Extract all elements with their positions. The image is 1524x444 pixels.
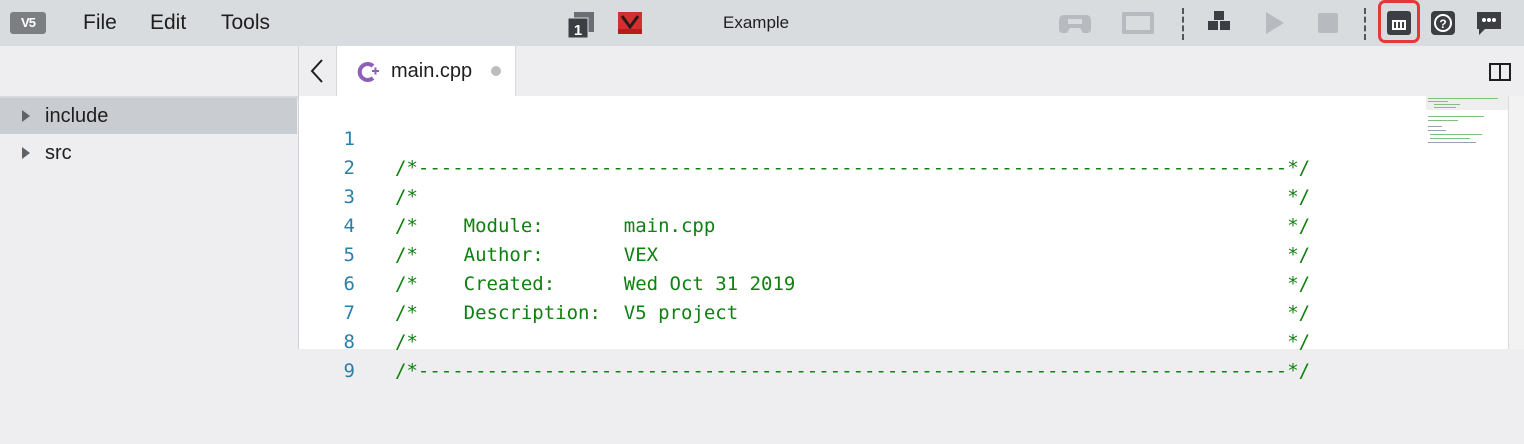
- brain-screen-icon[interactable]: [1121, 8, 1155, 38]
- play-icon[interactable]: [1257, 8, 1291, 38]
- code-minimap[interactable]: [1426, 96, 1508, 156]
- code-line: 7 /* */: [299, 270, 1419, 353]
- editor-tab-bar: main.cpp: [299, 46, 1524, 97]
- svg-text:?: ?: [1439, 17, 1446, 31]
- toolbar-separator: [1182, 8, 1184, 40]
- line-number: 9: [343, 360, 355, 382]
- expand-arrow-icon[interactable]: [22, 147, 30, 159]
- menu-tools[interactable]: Tools: [221, 11, 270, 35]
- code-line: 4 /* Author: VEX */: [299, 183, 1419, 266]
- tab-main-cpp[interactable]: main.cpp: [336, 46, 516, 96]
- expand-arrow-icon[interactable]: [22, 110, 30, 122]
- tree-item-label: include: [45, 104, 109, 127]
- project-title[interactable]: Example: [723, 13, 789, 33]
- code-line: 6 /* Description: V5 project */: [299, 241, 1419, 324]
- split-editor-icon[interactable]: [1489, 63, 1511, 81]
- tree-item-include[interactable]: include: [0, 98, 297, 134]
- tree-item-src[interactable]: src: [0, 135, 297, 171]
- blocks-icon[interactable]: [1202, 8, 1236, 38]
- stop-icon[interactable]: [1311, 8, 1345, 38]
- code-line: 8 /*------------------------------------…: [299, 299, 1419, 382]
- code-editor[interactable]: 1 /*------------------------------------…: [299, 96, 1508, 382]
- controller-icon[interactable]: [1058, 8, 1092, 38]
- vertical-scrollbar[interactable]: [1508, 96, 1524, 349]
- menu-edit[interactable]: Edit: [150, 11, 186, 35]
- file-explorer: include src: [0, 46, 299, 349]
- top-toolbar: V5 File Edit Tools 1 Example ?: [0, 0, 1524, 46]
- code-line: 3 /* Module: main.cpp */: [299, 154, 1419, 237]
- slot-selector-icon[interactable]: 1: [567, 11, 595, 39]
- highlight-box: [1378, 0, 1420, 43]
- feedback-icon[interactable]: [1472, 8, 1506, 38]
- menu-file[interactable]: File: [83, 11, 117, 35]
- cpp-file-icon: [357, 61, 379, 83]
- vex-v5-logo: V5: [10, 12, 46, 34]
- toolbar-separator: [1364, 8, 1366, 40]
- unsaved-indicator[interactable]: [491, 66, 501, 76]
- slot-number: 1: [574, 22, 582, 39]
- code-line: 1 /*------------------------------------…: [299, 96, 1419, 179]
- tab-label: main.cpp: [391, 60, 473, 82]
- code-line: 9: [299, 328, 1419, 382]
- code-line: 5 /* Created: Wed Oct 31 2019 */: [299, 212, 1419, 295]
- code-line: 2 /* */: [299, 125, 1419, 208]
- code-text[interactable]: /*--------------------------------------…: [395, 357, 1310, 386]
- vex-device-icon[interactable]: [617, 11, 643, 35]
- help-icon[interactable]: ?: [1426, 8, 1460, 38]
- explorer-header: [0, 46, 298, 98]
- chevron-left-icon: [310, 59, 323, 83]
- tree-item-label: src: [45, 141, 72, 164]
- collapse-sidebar-button[interactable]: [299, 46, 335, 96]
